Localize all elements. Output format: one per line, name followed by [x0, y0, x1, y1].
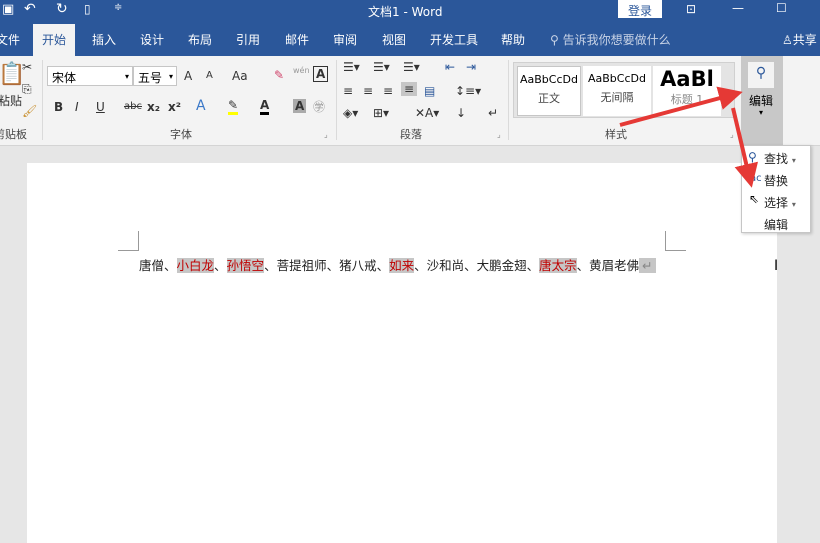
arrow-to-menu [731, 107, 759, 188]
arrow-to-editing [619, 86, 743, 127]
annotation-arrows [619, 86, 759, 188]
